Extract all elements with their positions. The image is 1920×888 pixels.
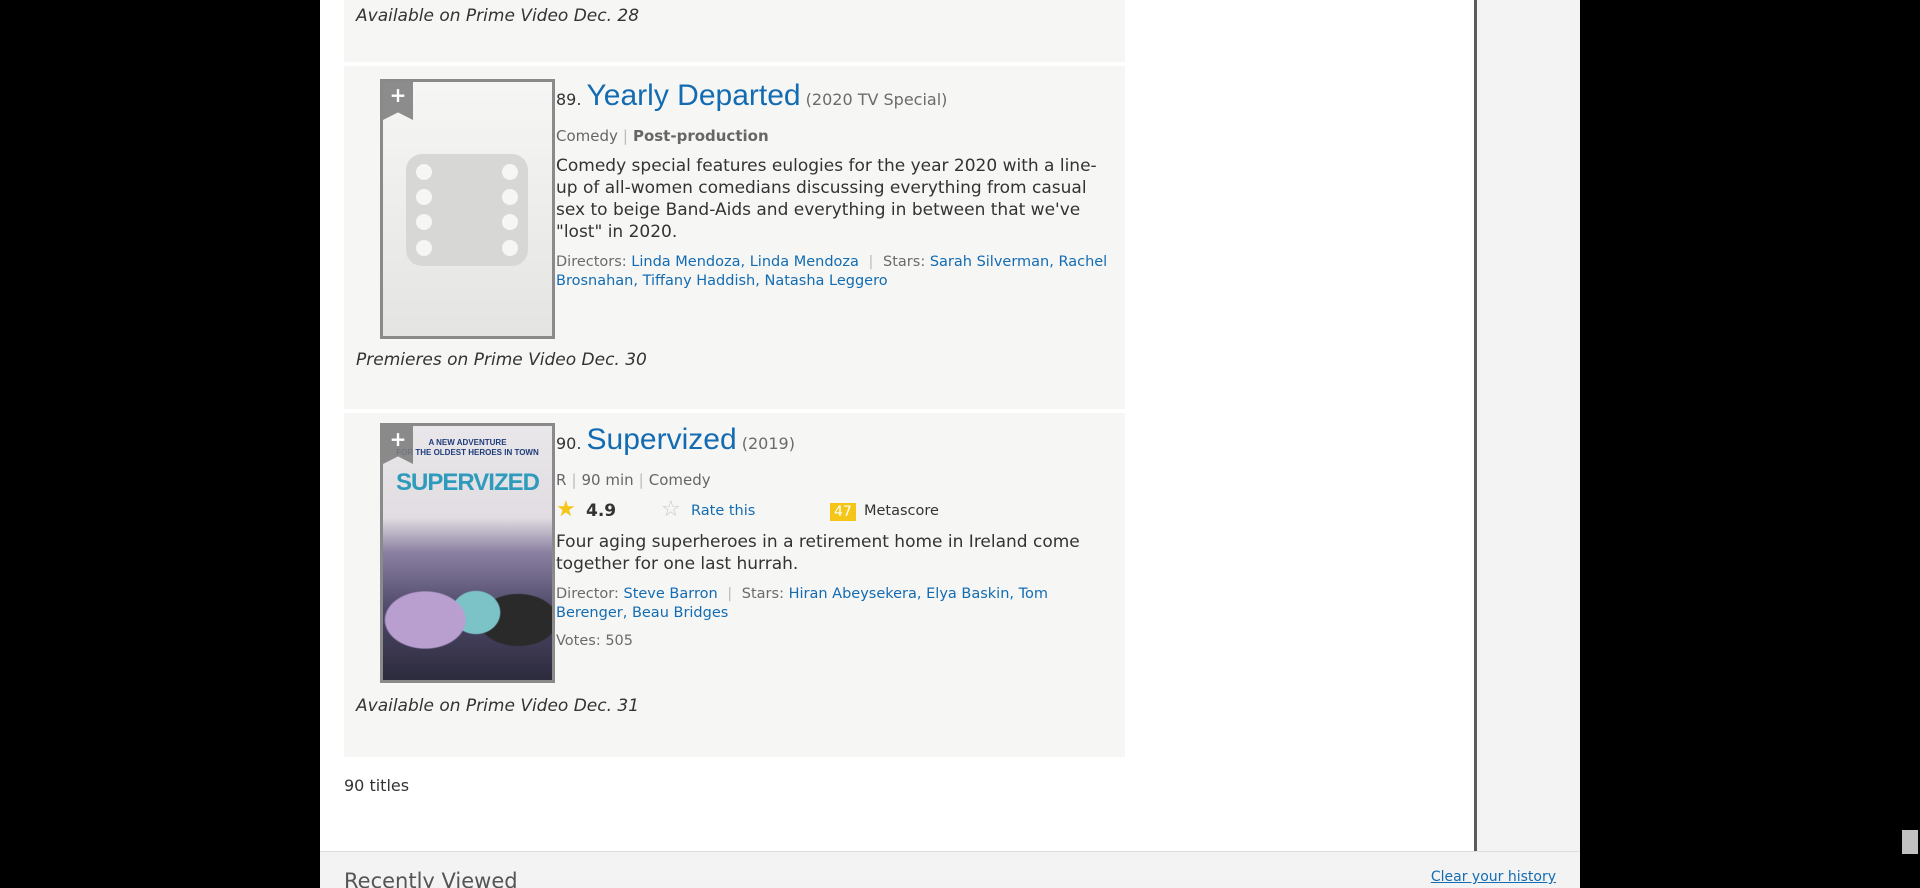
star-link[interactable]: Hiran Abeysekera,	[789, 586, 922, 602]
stars-label: Stars:	[741, 586, 784, 602]
item-meta: R | 90 min | Comedy	[556, 471, 1111, 489]
divider: |	[638, 471, 644, 489]
list-item: + 89. Yearly Departed (2020 TV Special) …	[344, 66, 1125, 409]
imdb-rating: 4.9	[586, 501, 617, 521]
title-count: 90 titles	[344, 776, 410, 795]
votes-label: Votes:	[556, 633, 601, 649]
poster-logo: SUPERVIZED	[396, 469, 540, 496]
item-rank: 90.	[556, 434, 582, 453]
title-link[interactable]: Supervized	[587, 423, 737, 456]
credits: Directors: Linda Mendoza, Linda Mendoza …	[556, 253, 1111, 291]
star-icon: ★	[556, 497, 576, 522]
stars-label: Stars:	[883, 254, 926, 270]
plot-summary: Comedy special features eulogies for the…	[556, 156, 1097, 242]
director-link[interactable]: Linda Mendoza	[750, 254, 859, 270]
item-rank: 89.	[556, 90, 582, 109]
star-link[interactable]: Elya Baskin,	[926, 586, 1014, 602]
item-content: 89. Yearly Departed (2020 TV Special) Co…	[556, 79, 1111, 291]
item-year: (2019)	[741, 434, 795, 453]
rate-this-link[interactable]: Rate this	[691, 503, 755, 519]
availability-note: Available on Prime Video Dec. 31	[356, 696, 640, 716]
directors-label: Directors:	[556, 254, 627, 270]
poster-figures	[383, 530, 552, 680]
title-link[interactable]: Yearly Departed	[587, 79, 801, 112]
star-link[interactable]: Tiffany Haddish,	[643, 273, 760, 289]
right-sidebar	[1474, 0, 1580, 888]
page-content: Available on Prime Video Dec. 28 + 89. Y…	[320, 0, 1580, 888]
star-link[interactable]: Beau Bridges	[632, 605, 728, 621]
directors-label: Director:	[556, 586, 619, 602]
recently-viewed-heading: Recently Viewed	[344, 869, 518, 888]
clear-history-link[interactable]: Clear your history	[1431, 869, 1556, 885]
poster-image[interactable]: A NEW ADVENTURE FOR THE OLDEST HEROES IN…	[380, 423, 555, 683]
certificate: R	[556, 471, 567, 489]
divider: |	[727, 586, 733, 602]
divider: |	[868, 254, 874, 270]
item-meta: Comedy | Post-production	[556, 127, 1111, 145]
director-link[interactable]: Linda Mendoza,	[631, 254, 745, 270]
production-status: Post-production	[632, 127, 769, 145]
plus-icon: +	[389, 83, 407, 107]
rate-star-icon[interactable]: ☆	[661, 497, 681, 522]
director-link[interactable]: Steve Barron	[624, 586, 718, 602]
star-link[interactable]: Sarah Silverman,	[930, 254, 1054, 270]
list-item: Available on Prime Video Dec. 28	[344, 0, 1125, 62]
recently-viewed-section: Recently Viewed Clear your history	[320, 851, 1580, 888]
item-header: 89. Yearly Departed (2020 TV Special)	[556, 79, 1111, 113]
item-header: 90. Supervized (2019)	[556, 423, 1111, 457]
plot-summary: Four aging superheroes in a retirement h…	[556, 532, 1080, 574]
votes-count: 505	[605, 633, 634, 649]
star-link[interactable]: Natasha Leggero	[764, 273, 887, 289]
film-placeholder-icon	[406, 154, 528, 266]
scrollbar-thumb[interactable]	[1902, 830, 1918, 854]
metascore-label: Metascore	[864, 503, 939, 519]
credits: Director: Steve Barron | Stars: Hiran Ab…	[556, 585, 1111, 623]
availability-note: Available on Prime Video Dec. 28	[356, 6, 640, 26]
item-year: (2020 TV Special)	[805, 90, 948, 109]
runtime: 90 min	[581, 471, 634, 489]
plus-icon: +	[389, 427, 407, 451]
divider: |	[622, 127, 628, 145]
add-to-watchlist-button[interactable]: +	[383, 82, 413, 120]
availability-note: Premieres on Prime Video Dec. 30	[356, 350, 647, 370]
list-item: A NEW ADVENTURE FOR THE OLDEST HEROES IN…	[344, 413, 1125, 757]
poster-image[interactable]: +	[380, 79, 555, 339]
votes: Votes: 505	[556, 632, 1111, 651]
ratings-bar: ★ 4.9 ☆ Rate this 47 Metascore	[556, 497, 1111, 527]
add-to-watchlist-button[interactable]: +	[383, 426, 413, 464]
divider: |	[571, 471, 577, 489]
genre: Comedy	[556, 127, 618, 145]
genre: Comedy	[648, 471, 711, 489]
metascore-badge: 47	[830, 503, 856, 521]
item-content: 90. Supervized (2019) R | 90 min | Comedy ★ …	[556, 423, 1111, 651]
